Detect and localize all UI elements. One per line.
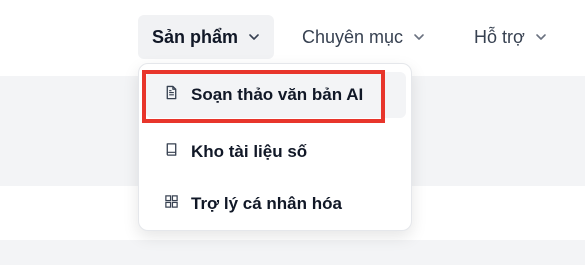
menu-item-digital-library[interactable]: Kho tài liệu số (146, 129, 406, 175)
page-section-grey-lower (0, 240, 585, 265)
chevron-down-icon (535, 27, 547, 48)
nav-categories[interactable]: Chuyên mục (288, 15, 439, 59)
nav-support[interactable]: Hỗ trợ (460, 15, 561, 59)
nav-products-label: Sản phẩm (152, 26, 239, 47)
menu-item-personal-assistant-label: Trợ lý cá nhân hóa (191, 194, 342, 213)
menu-item-personal-assistant[interactable]: Trợ lý cá nhân hóa (146, 181, 406, 227)
nav-products[interactable]: Sản phẩm (138, 15, 275, 59)
products-dropdown-menu: Soạn thảo văn bản AI Kho tài liệu số Trợ… (138, 63, 412, 231)
menu-item-digital-library-label: Kho tài liệu số (191, 142, 308, 161)
chevron-down-icon (413, 27, 425, 48)
grid-icon (164, 194, 179, 214)
nav-categories-label: Chuyên mục (302, 26, 404, 47)
chevron-down-icon (248, 27, 260, 48)
book-icon (164, 142, 179, 162)
nav-support-label: Hỗ trợ (474, 26, 525, 47)
document-icon (164, 85, 179, 105)
menu-item-ai-editor-label: Soạn thảo văn bản AI (191, 85, 364, 104)
menu-item-ai-editor[interactable]: Soạn thảo văn bản AI (146, 72, 406, 118)
